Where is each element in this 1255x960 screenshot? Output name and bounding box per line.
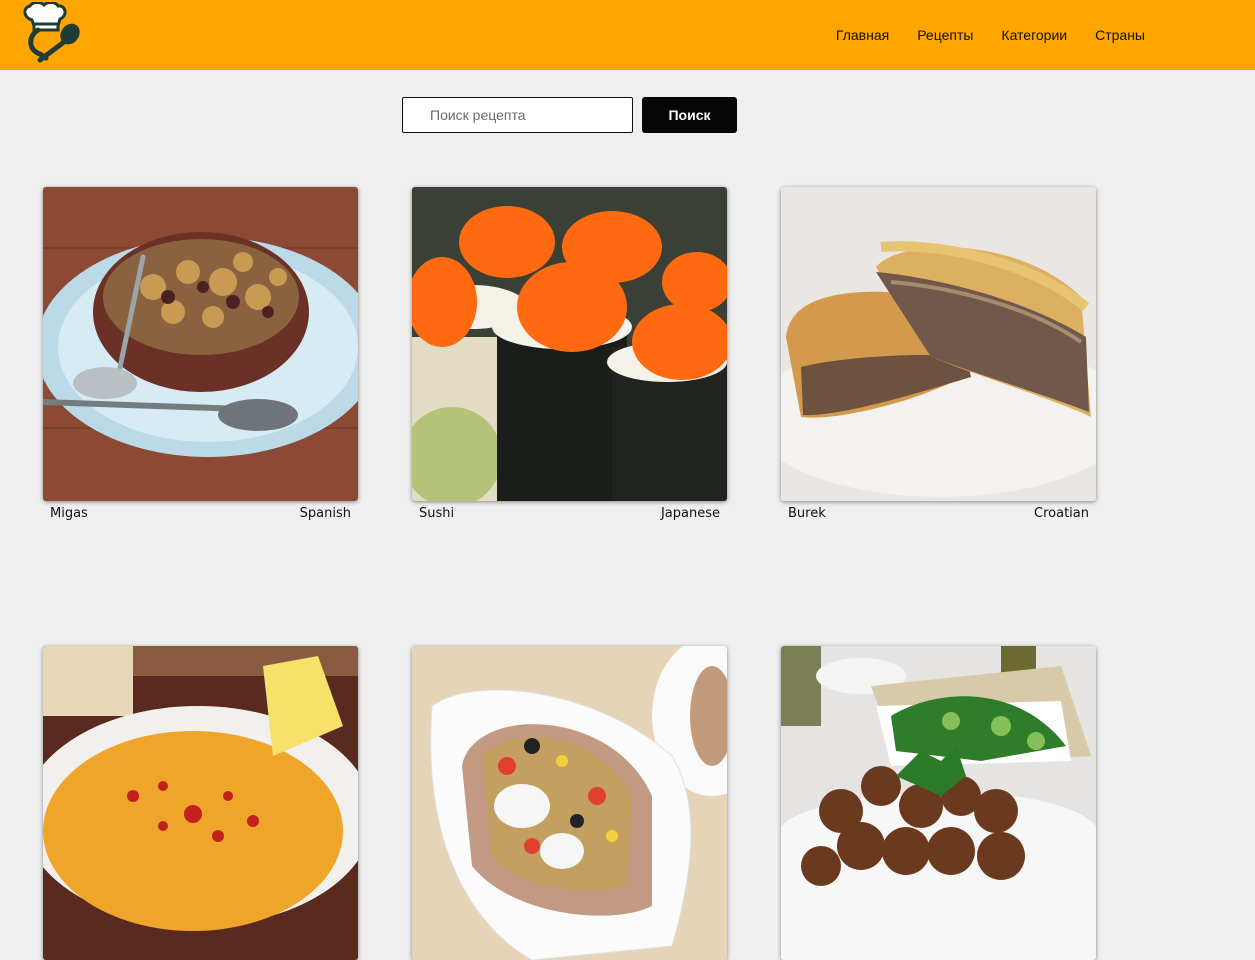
top-header: Главная Рецепты Категории Страны [0, 0, 1255, 70]
recipe-card-falafel[interactable] [781, 646, 1096, 960]
migas-dish-image[interactable] [43, 187, 358, 501]
recipe-name: Sushi [419, 506, 455, 521]
recipe-caption: Burek Croatian [781, 501, 1096, 521]
recipe-card-burek[interactable]: Burek Croatian [781, 187, 1096, 521]
falafel-plate-image[interactable] [781, 646, 1096, 960]
recipe-country: Japanese [660, 506, 720, 521]
lentil-soup-image[interactable] [43, 646, 358, 960]
nav-item-categories[interactable]: Категории [1001, 27, 1067, 43]
sushi-rolls-image[interactable] [412, 187, 727, 501]
recipe-name: Migas [50, 506, 88, 521]
chef-hat-spoon-logo-icon[interactable] [18, 2, 82, 64]
recipe-caption: Migas Spanish [43, 501, 358, 521]
stuffed-potato-image[interactable] [412, 646, 727, 960]
main-nav: Главная Рецепты Категории Страны [808, 0, 1145, 70]
nav-item-countries[interactable]: Страны [1095, 27, 1145, 43]
recipe-card-stuffed-potato[interactable] [412, 646, 727, 960]
recipe-name: Burek [788, 506, 826, 521]
recipe-card-soup[interactable] [43, 646, 358, 960]
burek-pastry-image[interactable] [781, 187, 1096, 501]
nav-item-home[interactable]: Главная [836, 27, 889, 43]
recipe-card-sushi[interactable]: Sushi Japanese [412, 187, 727, 521]
search-button[interactable]: Поиск [642, 97, 737, 133]
search-input[interactable] [402, 97, 633, 133]
recipe-caption: Sushi Japanese [412, 501, 727, 521]
nav-item-recipes[interactable]: Рецепты [917, 27, 973, 43]
recipe-country: Spanish [299, 506, 351, 521]
recipe-card-migas[interactable]: Migas Spanish [43, 187, 358, 521]
recipe-country: Croatian [1034, 506, 1089, 521]
